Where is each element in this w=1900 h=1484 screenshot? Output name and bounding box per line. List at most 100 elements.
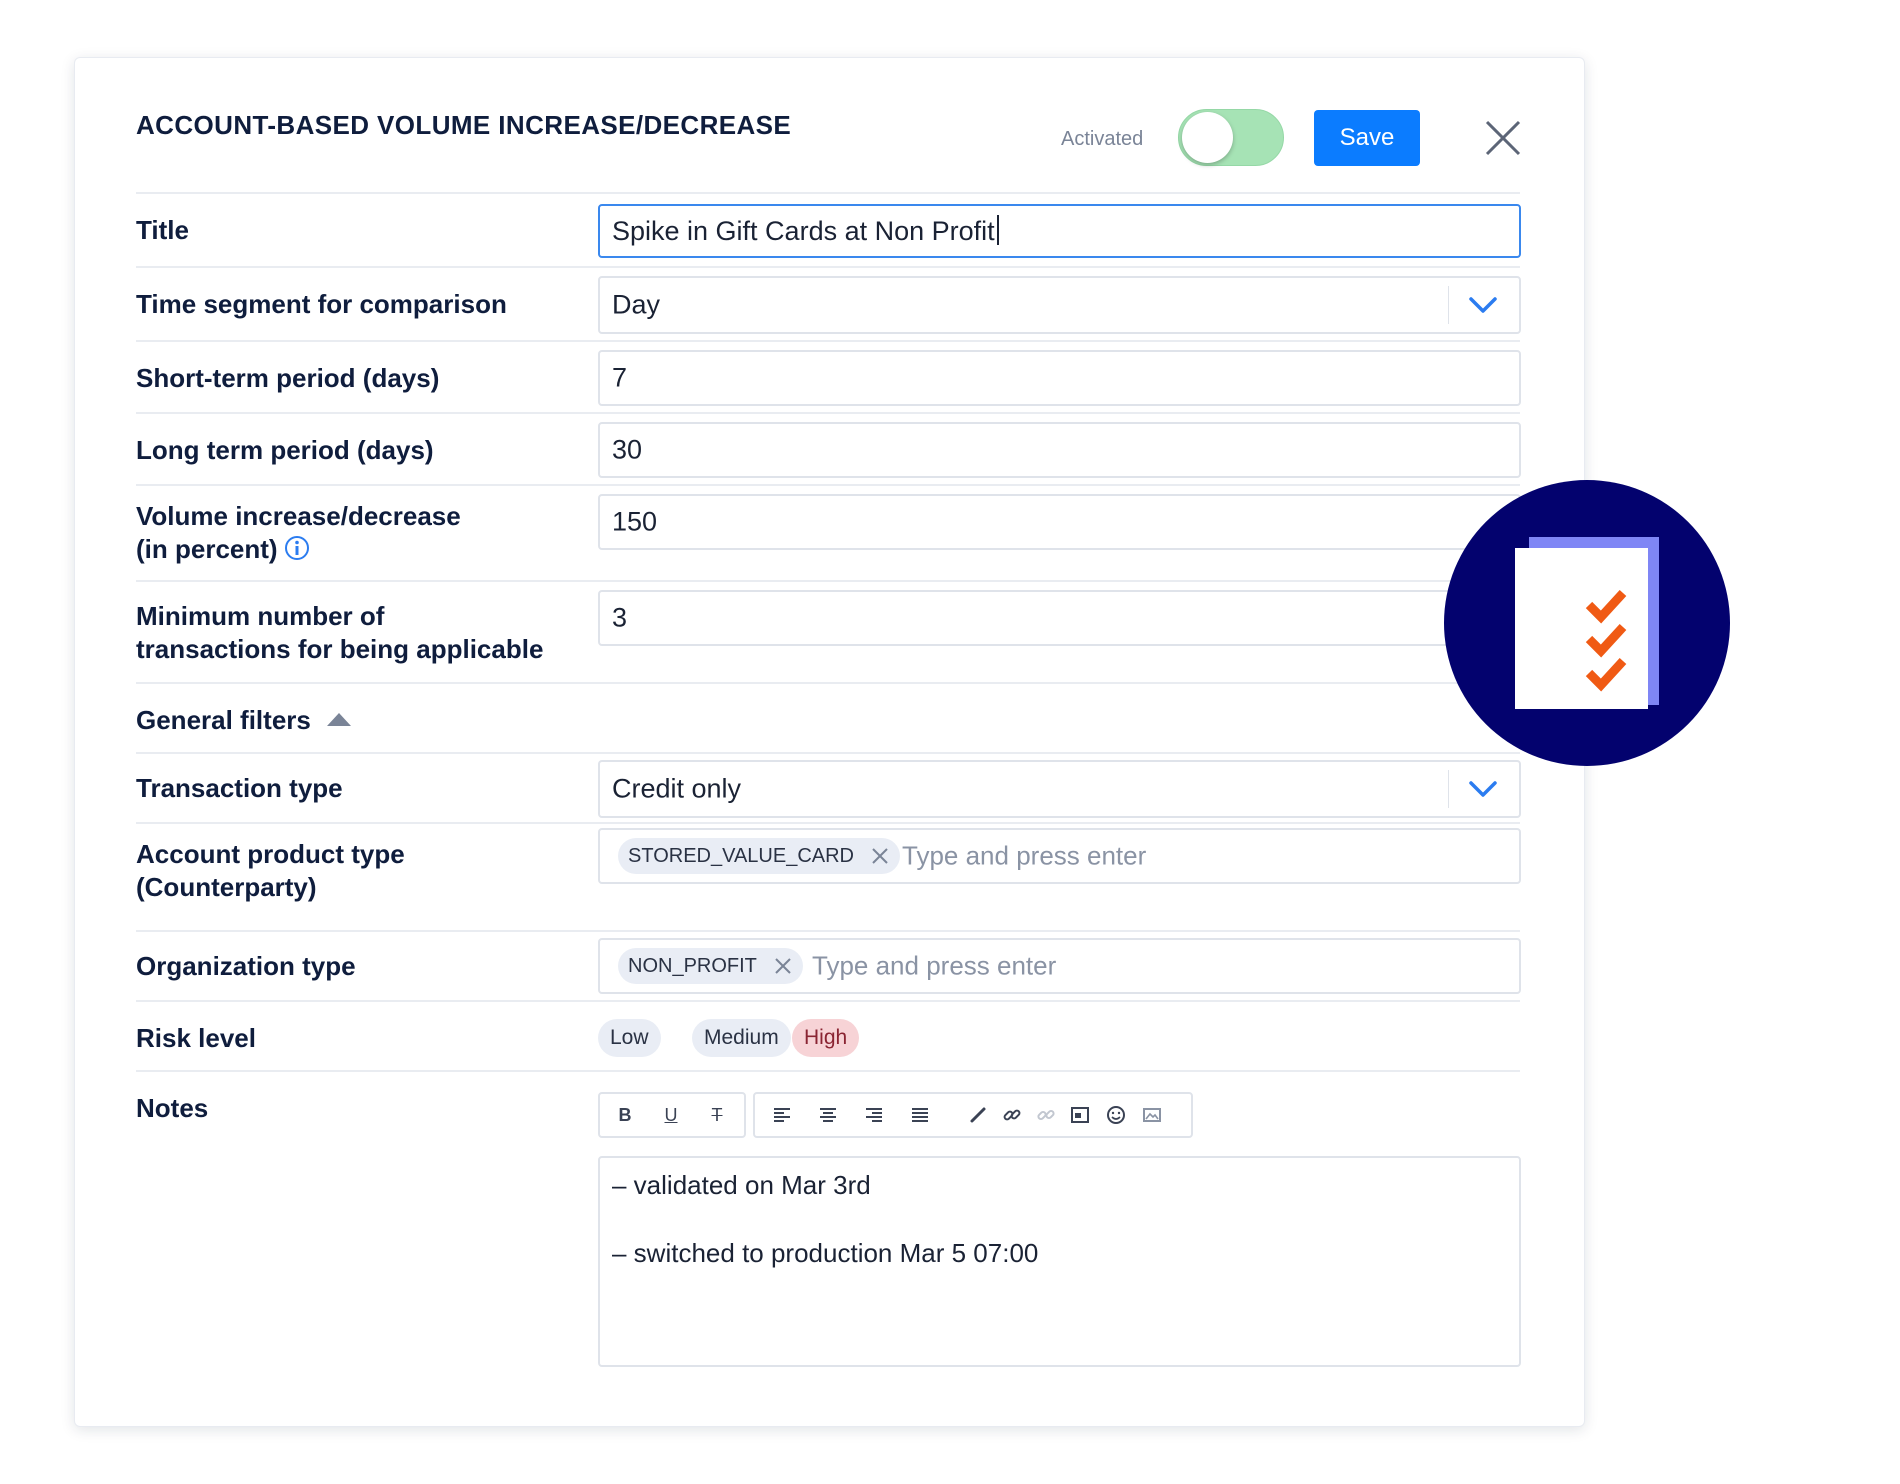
chevron-down-icon[interactable] [1467, 295, 1499, 315]
risk-pill-high[interactable]: High [792, 1019, 860, 1057]
toolbar-format-group: B U T [598, 1092, 746, 1138]
long-term-input[interactable]: 30 [598, 422, 1521, 478]
notes-editor[interactable]: – validated on Mar 3rd – switched to pro… [598, 1156, 1521, 1367]
emoji-icon [1107, 1106, 1125, 1124]
align-left-icon [774, 1108, 790, 1122]
modal-title: ACCOUNT-BASED VOLUME INCREASE/DECREASE [136, 110, 792, 140]
link-button[interactable] [999, 1102, 1025, 1128]
rule-editor-modal: ACCOUNT-BASED VOLUME INCREASE/DECREASE A… [74, 57, 1585, 1427]
justify-icon [912, 1108, 928, 1122]
account-product-label: Account product type (Counterparty) [136, 838, 405, 904]
close-button[interactable] [1483, 118, 1523, 158]
align-center-icon [820, 1108, 836, 1122]
transaction-type-select[interactable]: Credit only [598, 760, 1521, 818]
link-icon [1003, 1109, 1021, 1121]
risk-level-label: Risk level [136, 1023, 256, 1053]
row-short-term: Short-term period (days) 7 [136, 340, 1521, 412]
min-transactions-input[interactable]: 3 [598, 590, 1521, 646]
unlink-icon [1037, 1109, 1055, 1121]
row-long-term: Long term period (days) 30 [136, 412, 1521, 484]
min-transactions-label: Minimum number of transactions for being… [136, 600, 543, 666]
strikethrough-button[interactable]: T [704, 1102, 730, 1128]
modal-header: ACCOUNT-BASED VOLUME INCREASE/DECREASE A… [75, 58, 1584, 192]
organization-tag-input[interactable]: NON_PROFIT Type and press enter [598, 938, 1521, 994]
text-caret [996, 215, 999, 245]
short-term-label: Short-term period (days) [136, 363, 440, 393]
image-icon [1143, 1108, 1161, 1122]
remove-tag-icon[interactable] [870, 846, 890, 866]
close-icon [1485, 120, 1521, 156]
row-min-transactions: Minimum number of transactions for being… [136, 580, 1521, 682]
remove-tag-icon[interactable] [773, 956, 793, 976]
image-button[interactable] [1139, 1102, 1165, 1128]
title-input[interactable]: Spike in Gift Cards at Non Profit [598, 204, 1521, 258]
embed-icon [1071, 1107, 1089, 1123]
time-segment-select[interactable]: Day [598, 276, 1521, 334]
row-title: Title Spike in Gift Cards at Non Profit [136, 192, 1521, 266]
activated-toggle[interactable] [1178, 109, 1284, 166]
chevron-down-icon[interactable] [1467, 779, 1499, 799]
long-term-value: 30 [612, 434, 643, 465]
tag-chip: STORED_VALUE_CARD [618, 838, 900, 874]
min-transactions-label-line1: Minimum number of [136, 601, 385, 631]
general-filters-label: General filters [136, 705, 311, 735]
title-value: Spike in Gift Cards at Non Profit [612, 216, 995, 246]
activated-label: Activated [1061, 128, 1144, 150]
align-right-button[interactable] [861, 1102, 887, 1128]
general-filters-toggle[interactable]: General filters [136, 704, 351, 737]
title-label: Title [136, 215, 189, 245]
checklist-badge [1444, 480, 1730, 766]
row-volume: Volume increase/decrease (in percent) 15… [136, 484, 1521, 580]
toolbar-insert-group [753, 1092, 1193, 1138]
risk-pill-low[interactable]: Low [598, 1019, 661, 1057]
collapse-arrow-icon[interactable] [326, 713, 351, 726]
tag-input-placeholder[interactable]: Type and press enter [812, 951, 1056, 982]
tag-input-placeholder[interactable]: Type and press enter [902, 841, 1146, 872]
toggle-knob [1182, 112, 1233, 163]
volume-input[interactable]: 150 [598, 494, 1521, 550]
min-transactions-value: 3 [612, 602, 628, 633]
save-button[interactable]: Save [1314, 110, 1420, 166]
transaction-type-value: Credit only [612, 773, 742, 804]
min-transactions-label-line2: transactions for being applicable [136, 634, 544, 664]
risk-pill-medium[interactable]: Medium [692, 1019, 791, 1057]
row-transaction-type: Transaction type Credit only [136, 752, 1521, 822]
checklist-icon [1515, 537, 1659, 709]
volume-value: 150 [612, 506, 658, 537]
select-divider [1448, 286, 1449, 324]
bold-button[interactable]: B [612, 1102, 638, 1128]
align-left-button[interactable] [769, 1102, 795, 1128]
tag-chip: NON_PROFIT [618, 948, 803, 984]
row-risk-level: Risk level Low Medium High [136, 1000, 1520, 1070]
emoji-button[interactable] [1103, 1102, 1129, 1128]
volume-label-line2: (in percent) [136, 534, 278, 564]
note-line: – switched to production Mar 5 07:00 [612, 1238, 1039, 1268]
note-line: – validated on Mar 3rd [612, 1170, 871, 1200]
tag-label: NON_PROFIT [628, 955, 757, 977]
account-product-tag-input[interactable]: STORED_VALUE_CARD Type and press enter [598, 828, 1521, 884]
account-product-label-line2: (Counterparty) [136, 872, 317, 902]
unlink-button[interactable] [1033, 1102, 1059, 1128]
row-account-product-type: Account product type (Counterparty) STOR… [136, 822, 1521, 930]
align-right-icon [866, 1108, 882, 1122]
account-product-label-line1: Account product type [136, 839, 405, 869]
notes-label: Notes [136, 1093, 209, 1123]
info-icon[interactable] [284, 535, 310, 561]
select-divider [1448, 770, 1449, 808]
align-center-button[interactable] [815, 1102, 841, 1128]
tag-label: STORED_VALUE_CARD [628, 845, 854, 867]
short-term-input[interactable]: 7 [598, 350, 1521, 406]
volume-label-line1: Volume increase/decrease [136, 501, 461, 531]
justify-button[interactable] [907, 1102, 933, 1128]
row-general-filters: General filters [136, 682, 1520, 752]
embed-button[interactable] [1067, 1102, 1093, 1128]
short-term-value: 7 [612, 362, 628, 393]
underline-button[interactable]: U [658, 1102, 684, 1128]
long-term-label: Long term period (days) [136, 435, 434, 465]
row-time-segment: Time segment for comparison Day [136, 266, 1521, 340]
row-notes: Notes B U T – validated on Mar 3rd – swi… [136, 1070, 1521, 1390]
color-picker-button[interactable] [965, 1102, 991, 1128]
row-organization-type: Organization type NON_PROFIT Type and pr… [136, 930, 1521, 1000]
volume-label: Volume increase/decrease (in percent) [136, 500, 461, 566]
pen-icon [970, 1107, 986, 1123]
